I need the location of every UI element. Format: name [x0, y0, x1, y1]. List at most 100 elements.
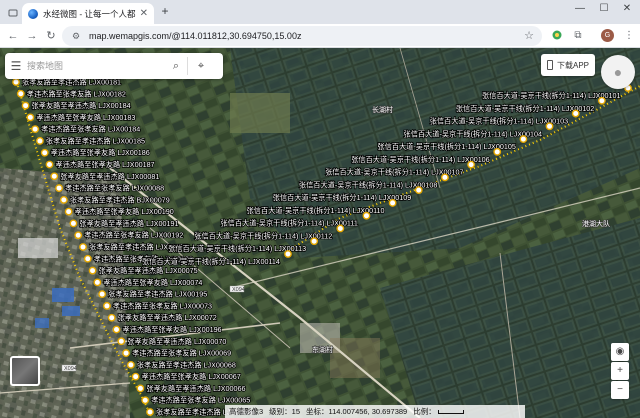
- tab-strip: 水经微图 - 让每一个人都有自己 ✕ + — ☐ ✕: [0, 0, 640, 24]
- route-marker-icon[interactable]: [40, 148, 49, 157]
- coords-value: 114.007456, 30.697389: [328, 407, 408, 416]
- route-marker-icon[interactable]: [136, 384, 145, 393]
- route-marker-icon[interactable]: [310, 237, 319, 246]
- back-icon[interactable]: ←: [6, 29, 20, 43]
- close-window-icon[interactable]: ✕: [620, 3, 634, 14]
- route-marker-icon[interactable]: [414, 186, 423, 195]
- route-marker-icon[interactable]: [141, 396, 150, 405]
- download-app-label: 下载APP: [556, 60, 589, 70]
- route-marker-icon[interactable]: [12, 78, 20, 86]
- route-marker-icon[interactable]: [336, 224, 345, 233]
- route-marker-label: 孝违杰路至张孝友路 LJX00088: [65, 184, 164, 193]
- bookmark-star-icon[interactable]: ☆: [524, 29, 534, 42]
- route-marker-icon[interactable]: [26, 113, 35, 122]
- site-info-icon[interactable]: ⚙: [72, 31, 83, 42]
- route-marker-label: 孝违杰路至张孝友路 LJX00184: [41, 125, 140, 134]
- route-marker-label: 张孝友路至孝违杰路 LJX00191: [79, 219, 178, 228]
- route-marker-label: 张孝友路至孝违杰路 BJX00079: [70, 195, 170, 204]
- route-marker-icon[interactable]: [55, 184, 63, 192]
- route-marker-label: 孝违杰路至张孝友路 LJX00065: [151, 396, 250, 405]
- route-marker-icon[interactable]: [571, 109, 580, 118]
- route-marker-icon[interactable]: [88, 266, 97, 275]
- route-marker-icon[interactable]: [284, 250, 292, 258]
- active-tab[interactable]: 水经微图 - 让每一个人都有自己 ✕: [22, 3, 154, 24]
- route-marker-icon[interactable]: [16, 89, 25, 98]
- map-status-bar: 高德影像3 级别：15 坐标：114.007456, 30.697389 比例：: [225, 405, 525, 418]
- route-marker-label: 张孝友路至孝违杰路 LJX00070: [127, 337, 226, 346]
- route-marker-icon[interactable]: [545, 122, 554, 131]
- tab-search-icon[interactable]: [8, 5, 18, 17]
- route-marker-icon[interactable]: [83, 254, 92, 263]
- route-marker-label: 孝违杰路至张孝友路 LJX00192: [84, 231, 183, 240]
- route-marker-icon[interactable]: [122, 349, 130, 357]
- tab-title: 水经微图 - 让每一个人都有自己: [43, 8, 136, 19]
- route-marker-icon[interactable]: [519, 135, 528, 143]
- route-marker-label: 孝违杰路至张孝友路 LJX00186: [51, 148, 150, 157]
- minimize-icon[interactable]: —: [573, 3, 587, 14]
- route-marker-icon[interactable]: [21, 101, 30, 110]
- extensions-puzzle-icon[interactable]: ⧉: [571, 29, 585, 43]
- user-account-button[interactable]: ●: [601, 55, 635, 89]
- close-tab-icon[interactable]: ✕: [140, 8, 148, 19]
- route-marker-icon[interactable]: [79, 243, 87, 251]
- route-marker-icon[interactable]: [59, 195, 68, 204]
- route-marker-icon[interactable]: [64, 207, 73, 216]
- layers-menu-icon[interactable]: ☰: [5, 59, 27, 73]
- route-marker-icon[interactable]: [362, 211, 371, 220]
- route-marker-icon[interactable]: [131, 372, 140, 381]
- browser-menu-icon[interactable]: ⋮: [622, 29, 636, 43]
- route-marker-icon[interactable]: [36, 137, 44, 145]
- route-marker-icon[interactable]: [112, 325, 121, 334]
- browser-toolbar: ← → ↻ ⚙ map.wemapgis.com/@114.011812,30.…: [0, 24, 640, 48]
- satellite-map[interactable]: X094 X094 长湖村 港湖大队 东湖村 张孝友路至孝违杰路 LJX0018…: [0, 48, 640, 418]
- route-marker-icon[interactable]: [31, 125, 40, 134]
- route-marker-icon[interactable]: [493, 147, 502, 156]
- route-marker-icon[interactable]: [103, 302, 111, 310]
- extension-icon[interactable]: [550, 29, 564, 43]
- level-value: 15: [291, 407, 301, 416]
- route-marker-label: 张孝友路至孝违杰路 LJX00075: [99, 266, 198, 275]
- route-marker-icon[interactable]: [388, 199, 397, 207]
- route-marker-icon[interactable]: [98, 290, 107, 299]
- map-search-input[interactable]: [27, 61, 165, 71]
- site-favicon-icon: [28, 8, 38, 19]
- route-marker-label: 孝违杰路至张孝友路 LJX00069: [132, 349, 231, 358]
- forward-icon[interactable]: →: [25, 29, 39, 43]
- locate-me-icon[interactable]: ◉: [611, 343, 629, 361]
- phone-icon: [546, 60, 553, 70]
- user-icon: ●: [613, 64, 623, 80]
- layer-switch-thumbnail[interactable]: [10, 356, 40, 386]
- route-marker-label: 孝违杰路至张孝友路 LJX00073: [113, 301, 212, 310]
- route-marker-icon[interactable]: [126, 360, 135, 369]
- route-marker-label: 孝违杰路至张孝友路 LJX00067: [142, 372, 241, 381]
- new-tab-button[interactable]: +: [158, 4, 172, 18]
- route-marker-icon[interactable]: [74, 231, 83, 240]
- zoom-out-button[interactable]: −: [611, 381, 629, 399]
- map-imagery: X094 X094 长湖村 港湖大队 东湖村 张孝友路至孝违杰路 LJX0018…: [0, 48, 640, 418]
- reload-icon[interactable]: ↻: [44, 29, 58, 43]
- scale-bar: [437, 410, 464, 414]
- route-marker-label: 张信百大道-吴京干线(拆分1-114) LJX00114: [142, 257, 280, 266]
- route-marker-icon[interactable]: [107, 313, 116, 322]
- route-marker-icon[interactable]: [146, 408, 154, 416]
- maximize-icon[interactable]: ☐: [597, 3, 611, 14]
- location-pin-icon[interactable]: ⌖: [188, 60, 214, 73]
- route-marker-label: 孝违杰路至张孝友路 LJX00190: [75, 207, 174, 216]
- url-text[interactable]: map.wemapgis.com/@114.011812,30.694750,1…: [89, 31, 301, 41]
- route-marker-icon[interactable]: [69, 219, 78, 228]
- route-marker-label: 张孝友路至孝违杰路 LJX00066: [146, 384, 245, 393]
- route-marker-icon[interactable]: [467, 160, 475, 169]
- download-app-button[interactable]: 下载APP: [541, 54, 595, 76]
- route-marker-label: 孝违杰路至张孝友路 LJX00187: [56, 160, 155, 169]
- road-number-label: X094: [232, 287, 245, 293]
- route-marker-icon[interactable]: [117, 337, 126, 346]
- route-marker-icon[interactable]: [597, 96, 606, 105]
- profile-avatar[interactable]: G: [601, 29, 614, 42]
- route-marker-icon[interactable]: [45, 160, 54, 169]
- search-icon[interactable]: ⌕: [165, 60, 187, 73]
- address-bar[interactable]: ⚙ map.wemapgis.com/@114.011812,30.694750…: [62, 26, 542, 46]
- route-marker-icon[interactable]: [50, 172, 59, 181]
- route-marker-icon[interactable]: [93, 278, 102, 287]
- route-marker-icon[interactable]: [441, 173, 449, 182]
- zoom-in-button[interactable]: +: [611, 362, 629, 380]
